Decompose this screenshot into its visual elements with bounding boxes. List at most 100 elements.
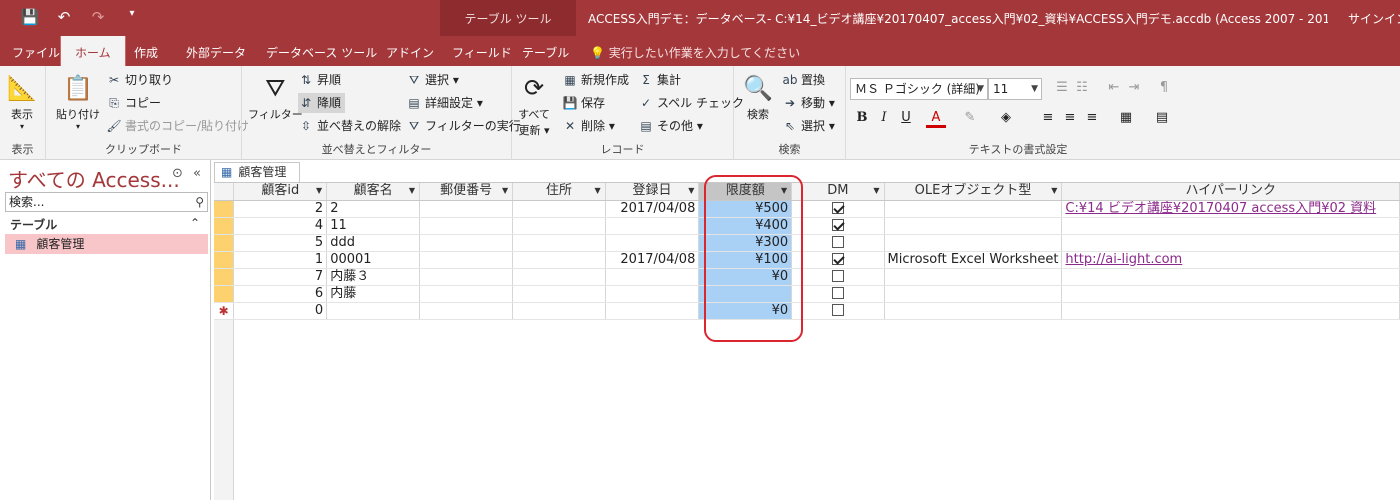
- highlight-color-icon[interactable]: ✎: [960, 108, 980, 128]
- row-selector[interactable]: [214, 251, 235, 269]
- signin-link[interactable]: サインイン: [1348, 10, 1400, 27]
- nav-group-tables[interactable]: テーブル ⌃: [10, 216, 208, 233]
- column-header-customer-id[interactable]: 顧客id ▼: [233, 183, 328, 201]
- row-selector[interactable]: [214, 268, 235, 286]
- cell-address[interactable]: [512, 234, 606, 252]
- tell-me-box[interactable]: 💡 実行したい作業を入力してください: [590, 44, 800, 61]
- cell-customer-name[interactable]: ddd: [326, 234, 421, 252]
- cell-dm[interactable]: [791, 234, 885, 252]
- tab-addins[interactable]: アドイン: [386, 44, 434, 61]
- gridlines-icon[interactable]: ▦: [1116, 108, 1136, 128]
- toggle-filter-button[interactable]: ⛛ フィルターの実行: [406, 116, 521, 136]
- cell-registered-date[interactable]: [605, 285, 700, 303]
- cell-ole-object[interactable]: [884, 234, 1063, 252]
- cell-registered-date[interactable]: [605, 302, 700, 320]
- goto-button[interactable]: ➔ 移動 ▾: [782, 93, 835, 113]
- dm-checkbox[interactable]: [831, 253, 844, 265]
- tab-external-data[interactable]: 外部データ: [186, 44, 246, 61]
- filter-dropdown-icon[interactable]: ▼: [1051, 183, 1057, 199]
- row-selector[interactable]: [214, 200, 235, 218]
- tab-home[interactable]: ホーム: [60, 36, 126, 66]
- paste-button[interactable]: 📋 貼り付け ▾: [56, 72, 100, 131]
- cell-hyperlink[interactable]: http://ai-light.com: [1061, 251, 1400, 269]
- save-icon[interactable]: 💾: [18, 8, 42, 26]
- nav-search-input[interactable]: 検索... ⚲: [5, 192, 208, 212]
- replace-button[interactable]: ab 置換: [782, 70, 826, 90]
- nav-collapse-icon[interactable]: «: [193, 166, 201, 181]
- tab-file[interactable]: ファイル: [12, 44, 60, 61]
- select-button[interactable]: ⇖ 選択 ▾: [782, 116, 835, 136]
- hyperlink-value[interactable]: http://ai-light.com: [1065, 252, 1182, 267]
- dm-checkbox[interactable]: [831, 202, 844, 214]
- cell-registered-date[interactable]: 2017/04/08: [605, 200, 700, 218]
- column-header-ole-object[interactable]: OLEオブジェクト型 ▼: [884, 183, 1063, 201]
- font-name-select[interactable]: ＭＳ Ｐゴシック (詳細) ▼: [850, 78, 988, 100]
- cell-customer-id[interactable]: 1: [233, 251, 328, 269]
- cell-ole-object[interactable]: [884, 217, 1063, 235]
- cell-ole-object[interactable]: [884, 268, 1063, 286]
- indent-decrease-icon[interactable]: ⇤: [1104, 78, 1124, 98]
- filter-dropdown-icon[interactable]: ▼: [409, 183, 415, 199]
- cell-credit-limit[interactable]: ¥400: [698, 217, 793, 235]
- refresh-all-button[interactable]: ⟳ すべて 更新 ▾: [518, 72, 550, 138]
- cell-ole-object[interactable]: [884, 200, 1063, 218]
- remove-sort-button[interactable]: ⇳ 並べ替えの解除: [298, 116, 401, 136]
- cell-credit-limit[interactable]: ¥0: [698, 302, 793, 320]
- cell-credit-limit[interactable]: ¥100: [698, 251, 793, 269]
- find-button[interactable]: 🔍 検索: [742, 72, 774, 122]
- cell-customer-id[interactable]: 5: [233, 234, 328, 252]
- cell-customer-name[interactable]: 11: [326, 217, 421, 235]
- underline-icon[interactable]: U: [896, 108, 916, 128]
- cell-registered-date[interactable]: [605, 234, 700, 252]
- row-selector[interactable]: [214, 234, 235, 252]
- cell-address[interactable]: [512, 251, 606, 269]
- column-header-customer-name[interactable]: 顧客名 ▼: [326, 183, 421, 201]
- cell-ole-object[interactable]: Microsoft Excel Worksheet: [884, 251, 1063, 269]
- sort-descending-button[interactable]: ⇵ 降順: [298, 93, 346, 113]
- cell-postal-code[interactable]: [419, 251, 514, 269]
- column-header-address[interactable]: 住所 ▼: [512, 183, 606, 201]
- dm-checkbox[interactable]: [831, 304, 844, 316]
- advanced-filter-button[interactable]: ▤ 詳細設定 ▾: [406, 93, 483, 113]
- tab-table[interactable]: テーブル: [522, 44, 569, 61]
- sort-descending-indicator-icon[interactable]: ▼: [781, 183, 787, 199]
- font-size-select[interactable]: 11 ▼: [988, 78, 1042, 100]
- cell-dm[interactable]: [791, 285, 885, 303]
- cell-hyperlink[interactable]: [1061, 217, 1400, 235]
- filter-button[interactable]: ⛛ フィルター: [248, 72, 303, 122]
- list-bullets-icon[interactable]: ☰: [1052, 78, 1072, 98]
- tab-database-tools[interactable]: データベース ツール: [266, 44, 377, 61]
- filter-dropdown-icon[interactable]: ▼: [873, 183, 879, 199]
- copy-button[interactable]: ⎘ コピー: [106, 93, 161, 113]
- document-tab-customer[interactable]: ▦ 顧客管理: [214, 162, 300, 182]
- cell-registered-date[interactable]: 2017/04/08: [605, 251, 700, 269]
- cell-dm[interactable]: [791, 268, 885, 286]
- cell-ole-object[interactable]: [884, 285, 1063, 303]
- column-header-credit-limit[interactable]: 限度額 ▼: [698, 183, 793, 201]
- cell-customer-name[interactable]: 00001: [326, 251, 421, 269]
- cell-hyperlink[interactable]: [1061, 268, 1400, 286]
- column-header-dm[interactable]: DM ▼: [791, 183, 885, 201]
- column-header-postal-code[interactable]: 郵便番号 ▼: [419, 183, 514, 201]
- dm-checkbox[interactable]: [831, 270, 844, 282]
- font-color-icon[interactable]: A: [926, 108, 946, 128]
- column-header-hyperlink[interactable]: ハイパーリンク: [1061, 183, 1400, 201]
- nav-menu-chevron-icon[interactable]: ⊙: [172, 166, 183, 181]
- cell-customer-id[interactable]: 2: [233, 200, 328, 218]
- cell-credit-limit[interactable]: ¥300: [698, 234, 793, 252]
- cell-postal-code[interactable]: [419, 234, 514, 252]
- select-all-corner[interactable]: [214, 183, 235, 201]
- cell-registered-date[interactable]: [605, 268, 700, 286]
- paragraph-direction-icon[interactable]: ¶: [1154, 78, 1174, 98]
- undo-icon[interactable]: ↶: [52, 8, 76, 26]
- new-record-marker[interactable]: ✱: [214, 302, 235, 320]
- hyperlink-value[interactable]: C:¥14 ビデオ講座¥20170407 access入門¥02 資料: [1065, 201, 1376, 216]
- cell-dm[interactable]: [791, 217, 885, 235]
- list-numbers-icon[interactable]: ☷: [1072, 78, 1092, 98]
- more-button[interactable]: ▤ その他 ▾: [638, 116, 703, 136]
- cell-hyperlink[interactable]: [1061, 302, 1400, 320]
- fill-color-icon[interactable]: ◈: [996, 108, 1016, 128]
- filter-dropdown-icon[interactable]: ▼: [595, 183, 601, 199]
- align-right-icon[interactable]: ≡: [1082, 108, 1102, 128]
- cell-dm[interactable]: [791, 200, 885, 218]
